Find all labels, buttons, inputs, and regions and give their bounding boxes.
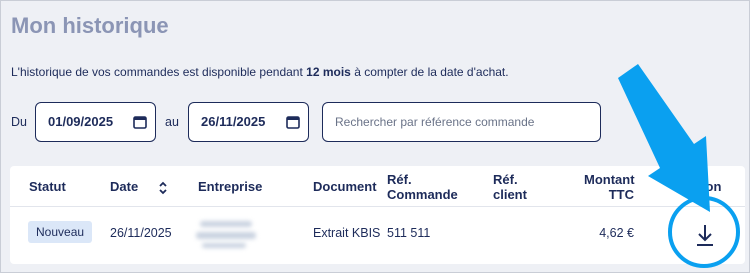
row-date: 26/11/2025	[110, 226, 172, 240]
row-ref-commande: 511 511	[387, 226, 431, 240]
column-header-ref-commande: Réf. Commande	[387, 172, 458, 202]
to-label: au	[165, 115, 179, 129]
from-date-input[interactable]: 01/09/2025	[35, 102, 156, 142]
sort-icon[interactable]	[158, 180, 168, 196]
to-date-value: 26/11/2025	[201, 114, 266, 129]
status-badge: Nouveau	[28, 221, 93, 243]
annotation-arrow	[618, 64, 710, 212]
column-header-ref-client: Réf. client	[493, 172, 527, 202]
row-montant: 4,62 €	[599, 226, 634, 240]
from-date-value: 01/09/2025	[48, 114, 114, 129]
order-reference-search-input[interactable]: Rechercher par référence commande	[322, 102, 601, 142]
download-icon[interactable]	[690, 221, 720, 251]
history-intro: L'historique de vos commandes est dispon…	[11, 65, 509, 79]
calendar-icon[interactable]	[286, 115, 300, 129]
calendar-icon[interactable]	[133, 115, 147, 129]
search-placeholder: Rechercher par référence commande	[335, 115, 535, 129]
row-document: Extrait KBIS	[313, 226, 381, 240]
to-date-input[interactable]: 26/11/2025	[188, 102, 309, 142]
column-header-entreprise: Entreprise	[198, 179, 263, 194]
from-label: Du	[11, 115, 27, 129]
column-header-statut: Statut	[29, 179, 66, 194]
page-title: Mon historique	[11, 13, 169, 38]
column-header-date[interactable]: Date	[110, 179, 138, 194]
column-header-document: Document	[313, 179, 377, 194]
